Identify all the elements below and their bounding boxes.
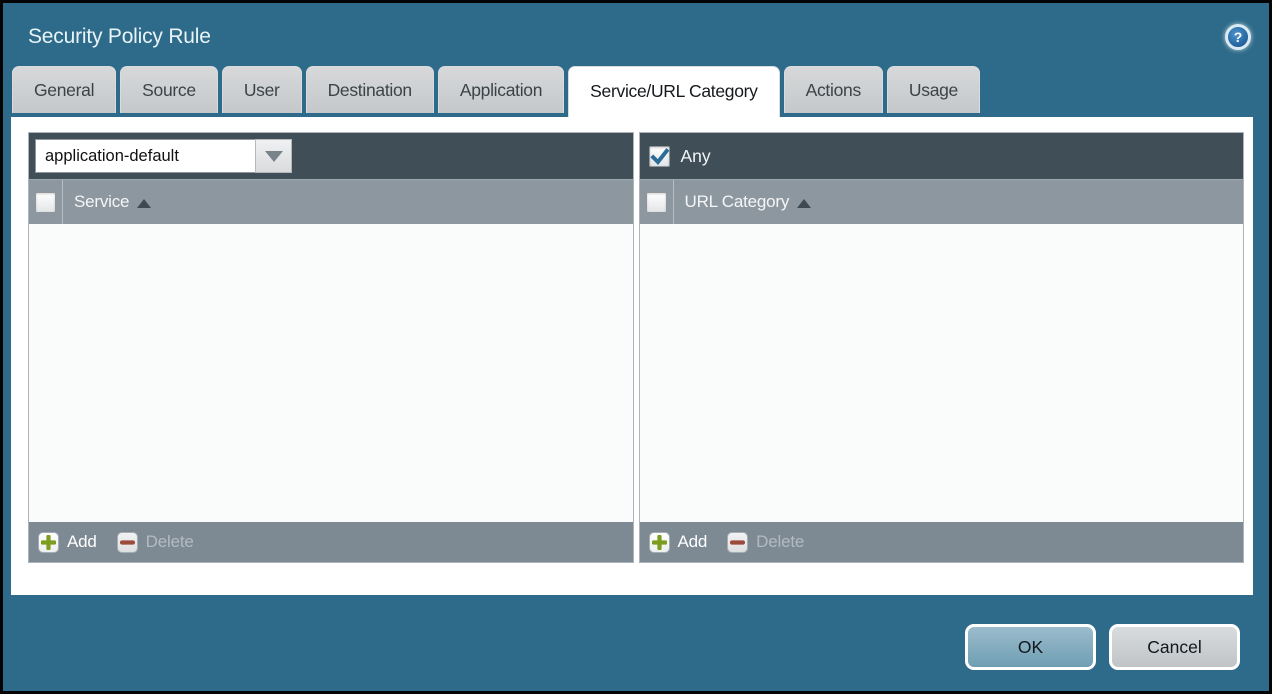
chevron-down-icon bbox=[265, 151, 283, 162]
url-category-column-label[interactable]: URL Category bbox=[674, 180, 812, 224]
url-category-delete-button[interactable]: Delete bbox=[727, 532, 804, 553]
plus-icon bbox=[649, 532, 670, 553]
plus-icon bbox=[38, 532, 59, 553]
url-category-panel-footer: Add Delete bbox=[640, 522, 1244, 562]
url-category-panel-header: Any bbox=[640, 133, 1244, 179]
tab-source[interactable]: Source bbox=[120, 66, 218, 113]
title-bar: Security Policy Rule ? bbox=[3, 3, 1269, 66]
service-select-all-checkbox[interactable] bbox=[35, 192, 56, 213]
security-policy-rule-dialog: Security Policy Rule ? General Source Us… bbox=[0, 0, 1272, 694]
tab-actions[interactable]: Actions bbox=[784, 66, 883, 113]
dialog-title: Security Policy Rule bbox=[28, 25, 211, 49]
any-row: Any bbox=[646, 146, 711, 167]
any-checkbox[interactable] bbox=[649, 146, 670, 167]
url-category-column-header: URL Category bbox=[640, 179, 1244, 224]
service-delete-button[interactable]: Delete bbox=[117, 532, 194, 553]
tab-content: application-default Service bbox=[11, 117, 1253, 595]
tab-usage[interactable]: Usage bbox=[887, 66, 980, 113]
cancel-button[interactable]: Cancel bbox=[1109, 624, 1240, 670]
url-category-panel: Any URL Category Add bbox=[639, 132, 1245, 563]
url-category-select-all-checkbox[interactable] bbox=[646, 192, 667, 213]
service-panel: application-default Service bbox=[28, 132, 634, 563]
url-category-list[interactable] bbox=[640, 224, 1244, 522]
service-type-dropdown-value[interactable]: application-default bbox=[35, 139, 255, 173]
tab-destination[interactable]: Destination bbox=[306, 66, 434, 113]
service-panel-header: application-default bbox=[29, 133, 633, 179]
service-type-dropdown-button[interactable] bbox=[255, 139, 292, 173]
any-label: Any bbox=[681, 146, 711, 167]
service-column-label[interactable]: Service bbox=[63, 180, 151, 224]
service-type-dropdown[interactable]: application-default bbox=[35, 139, 292, 173]
ok-button[interactable]: OK bbox=[965, 624, 1096, 670]
service-add-button[interactable]: Add bbox=[38, 532, 97, 553]
tab-user[interactable]: User bbox=[222, 66, 302, 113]
minus-icon bbox=[117, 532, 138, 553]
tab-application[interactable]: Application bbox=[438, 66, 564, 113]
url-category-add-button[interactable]: Add bbox=[649, 532, 708, 553]
service-column-header: Service bbox=[29, 179, 633, 224]
checkmark-icon bbox=[650, 147, 669, 166]
minus-icon bbox=[727, 532, 748, 553]
sort-ascending-icon bbox=[797, 199, 811, 208]
dialog-button-row: OK Cancel bbox=[965, 624, 1240, 670]
tab-bar: General Source User Destination Applicat… bbox=[3, 66, 1269, 117]
sort-ascending-icon bbox=[137, 199, 151, 208]
service-panel-footer: Add Delete bbox=[29, 522, 633, 562]
tab-service-url-category[interactable]: Service/URL Category bbox=[568, 66, 779, 117]
help-icon[interactable]: ? bbox=[1225, 24, 1251, 50]
service-list[interactable] bbox=[29, 224, 633, 522]
tab-general[interactable]: General bbox=[12, 66, 116, 113]
